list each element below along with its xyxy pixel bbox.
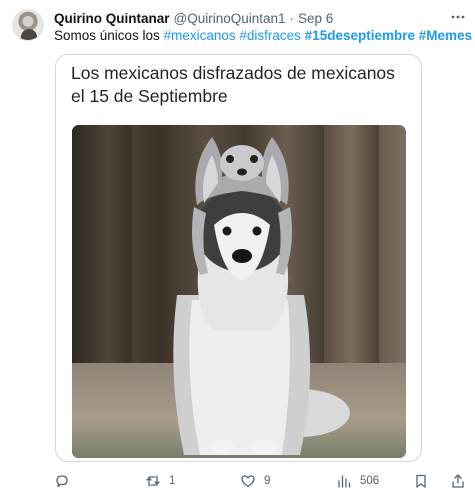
reply-icon (56, 475, 68, 488)
retweet-button[interactable]: 1 (145, 471, 175, 491)
timestamp[interactable]: Sep 6 (298, 11, 333, 26)
hashtag-link[interactable]: #15deseptiembre (305, 28, 415, 43)
hashtag-link[interactable]: #mexicanos (164, 28, 236, 43)
more-options-icon[interactable] (449, 8, 467, 26)
analytics-icon (338, 475, 351, 488)
like-button[interactable]: 9 (240, 471, 270, 491)
like-count: 9 (264, 475, 271, 487)
media-card[interactable]: Los mexicanos disfrazados de mexicanos e… (55, 54, 422, 462)
avatar[interactable] (12, 9, 44, 41)
tweet-actions: 1 9 506 (54, 471, 467, 491)
retweet-count: 1 (169, 475, 176, 487)
author-name[interactable]: Quirino Quintanar (54, 11, 170, 26)
card-caption: Los mexicanos disfrazados de mexicanos e… (71, 63, 395, 106)
tweet-header: Quirino Quintanar @QuirinoQuintan1 · Sep… (54, 9, 333, 27)
views-button[interactable]: 506 (336, 471, 379, 491)
reply-button[interactable] (54, 471, 78, 491)
retweet-icon (146, 475, 160, 487)
hashtag-link[interactable]: #Memes (419, 28, 472, 43)
meme-photo[interactable] (72, 125, 406, 458)
views-count: 506 (360, 475, 380, 487)
hashtag-link[interactable]: #disfraces (239, 28, 301, 43)
tweet[interactable]: Quirino Quintanar @QuirinoQuintan1 · Sep… (0, 0, 475, 496)
bookmark-icon (416, 474, 426, 488)
tweet-text-prefix: Somos únicos los (54, 28, 164, 43)
heart-icon (241, 475, 255, 488)
husky-dog-image (173, 137, 350, 455)
separator: · (289, 10, 295, 26)
bookmark-button[interactable] (413, 471, 429, 491)
author-handle[interactable]: @QuirinoQuintan1 (174, 11, 286, 26)
tweet-text: Somos únicos los #mexicanos #disfraces #… (54, 27, 472, 44)
share-icon (452, 474, 464, 488)
share-button[interactable] (450, 471, 466, 491)
